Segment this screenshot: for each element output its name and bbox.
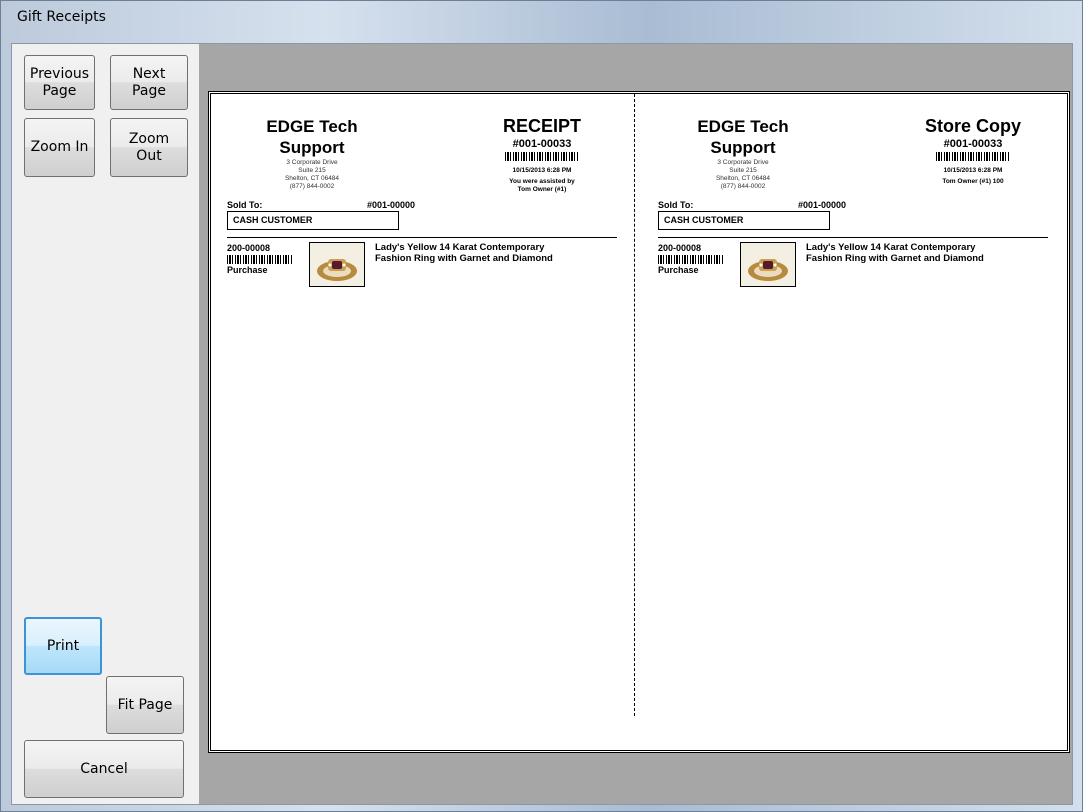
receipt-customer-copy: EDGE Tech Support 3 Corporate Drive Suit… bbox=[227, 114, 617, 294]
address-line: 3 Corporate Drive bbox=[286, 159, 338, 166]
next-page-label: Next Page bbox=[132, 65, 166, 99]
address-line: Suite 215 bbox=[298, 167, 326, 174]
item-number: 200-00008 bbox=[658, 243, 702, 253]
zoom-in-label: Zoom In bbox=[30, 139, 89, 155]
receipt-barcode bbox=[505, 152, 579, 161]
previous-page-button[interactable]: Previous Page bbox=[24, 55, 95, 110]
ring-image bbox=[309, 242, 365, 287]
section-rule bbox=[658, 237, 1048, 238]
zoom-out-label: Zoom Out bbox=[128, 130, 170, 164]
section-rule bbox=[227, 237, 617, 238]
address-line: Suite 215 bbox=[729, 167, 757, 174]
item-description: Lady's Yellow 14 Karat Contemporary Fash… bbox=[375, 242, 553, 264]
customer-name-box: CASH CUSTOMER bbox=[227, 211, 399, 230]
customer-name-box: CASH CUSTOMER bbox=[658, 211, 830, 230]
sold-to-number: #001-00000 bbox=[798, 200, 847, 210]
left-button-panel: Previous Page Next Page Zoom In Zoom Out… bbox=[12, 44, 199, 804]
fit-page-button[interactable]: Fit Page bbox=[106, 676, 184, 734]
address-line: (877) 844-0002 bbox=[289, 183, 335, 190]
window-title: Gift Receipts bbox=[17, 9, 106, 25]
item-description: Lady's Yellow 14 Karat Contemporary Fash… bbox=[806, 242, 984, 264]
address-line: (877) 844-0002 bbox=[720, 183, 766, 190]
receipt-barcode bbox=[936, 152, 1010, 161]
receipt-date: 10/15/2013 6:28 PM bbox=[512, 167, 572, 174]
company-name: EDGE Tech Support bbox=[697, 117, 789, 157]
receipt-store-copy: EDGE Tech Support 3 Corporate Drive Suit… bbox=[658, 114, 1048, 294]
print-button[interactable]: Print bbox=[24, 617, 102, 675]
address-line: Shelton, CT 06484 bbox=[715, 175, 771, 182]
previous-page-label: Previous Page bbox=[29, 65, 90, 99]
item-type: Purchase bbox=[227, 265, 268, 275]
window-client-area: Previous Page Next Page Zoom In Zoom Out… bbox=[11, 43, 1073, 805]
address-line: Shelton, CT 06484 bbox=[284, 175, 340, 182]
receipt-number: #001-00033 bbox=[943, 138, 1003, 150]
company-name: EDGE Tech Support bbox=[266, 117, 358, 157]
gift-receipts-window: Gift Receipts Previous Page Next Page Zo… bbox=[0, 0, 1083, 812]
ring-image bbox=[740, 242, 796, 287]
zoom-out-button[interactable]: Zoom Out bbox=[110, 118, 188, 177]
company-address: 3 Corporate Drive Suite 215 Shelton, CT … bbox=[227, 159, 397, 191]
sold-to-number: #001-00000 bbox=[367, 200, 416, 210]
address-line: 3 Corporate Drive bbox=[717, 159, 769, 166]
assisted-by: Tom Owner (#1) 100 bbox=[942, 178, 1004, 185]
cancel-label: Cancel bbox=[80, 760, 128, 777]
receipt-title: Store Copy bbox=[924, 116, 1021, 136]
zoom-in-button[interactable]: Zoom In bbox=[24, 118, 95, 177]
next-page-button[interactable]: Next Page bbox=[110, 55, 188, 110]
print-label: Print bbox=[46, 637, 80, 654]
sold-to-label: Sold To: bbox=[658, 200, 694, 210]
cancel-button[interactable]: Cancel bbox=[24, 740, 184, 798]
title-bar[interactable]: Gift Receipts bbox=[1, 1, 1082, 34]
item-type: Purchase bbox=[658, 265, 699, 275]
print-preview-area[interactable]: EDGE Tech Support 3 Corporate Drive Suit… bbox=[199, 44, 1072, 804]
item-number: 200-00008 bbox=[227, 243, 271, 253]
item-barcode bbox=[227, 255, 293, 264]
cut-line bbox=[634, 94, 635, 716]
preview-page: EDGE Tech Support 3 Corporate Drive Suit… bbox=[208, 91, 1070, 753]
receipt-number: #001-00033 bbox=[512, 138, 572, 150]
company-address: 3 Corporate Drive Suite 215 Shelton, CT … bbox=[658, 159, 828, 191]
fit-page-label: Fit Page bbox=[117, 696, 173, 713]
receipt-title: RECEIPT bbox=[502, 116, 581, 136]
assisted-by: You were assisted by Tom Owner (#1) bbox=[509, 178, 575, 193]
item-barcode bbox=[658, 255, 724, 264]
sold-to-label: Sold To: bbox=[227, 200, 263, 210]
receipt-date: 10/15/2013 6:28 PM bbox=[943, 167, 1003, 174]
